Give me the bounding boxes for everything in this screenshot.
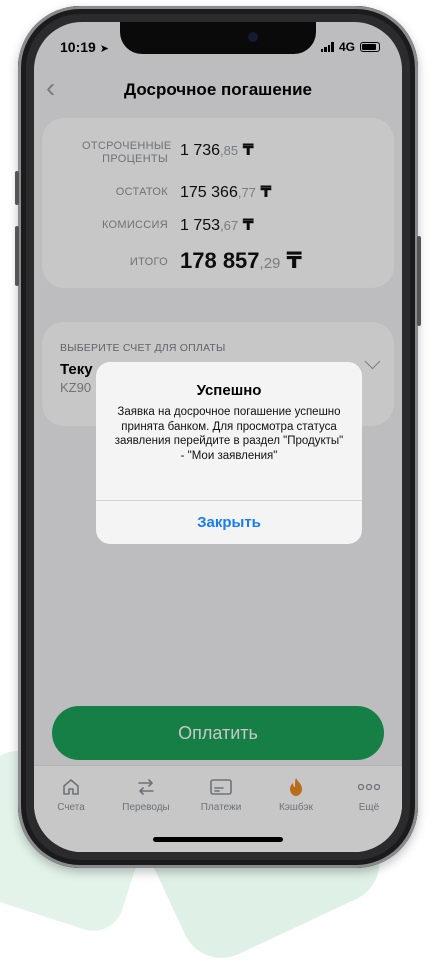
alert-title: Успешно	[196, 382, 262, 399]
screen: 10:19 ➤ 4G ‹ Досрочное погашение ОТСРОЧЕ…	[34, 22, 402, 852]
alert-message: Заявка на досрочное погашение успешно пр…	[114, 406, 344, 462]
power-button	[417, 236, 421, 326]
close-button[interactable]: Закрыть	[96, 501, 362, 544]
volume-button	[15, 226, 19, 286]
success-alert: Успешно Заявка на досрочное погашение ус…	[96, 362, 362, 544]
mute-switch	[15, 171, 19, 205]
phone-frame: 10:19 ➤ 4G ‹ Досрочное погашение ОТСРОЧЕ…	[15, 6, 421, 868]
